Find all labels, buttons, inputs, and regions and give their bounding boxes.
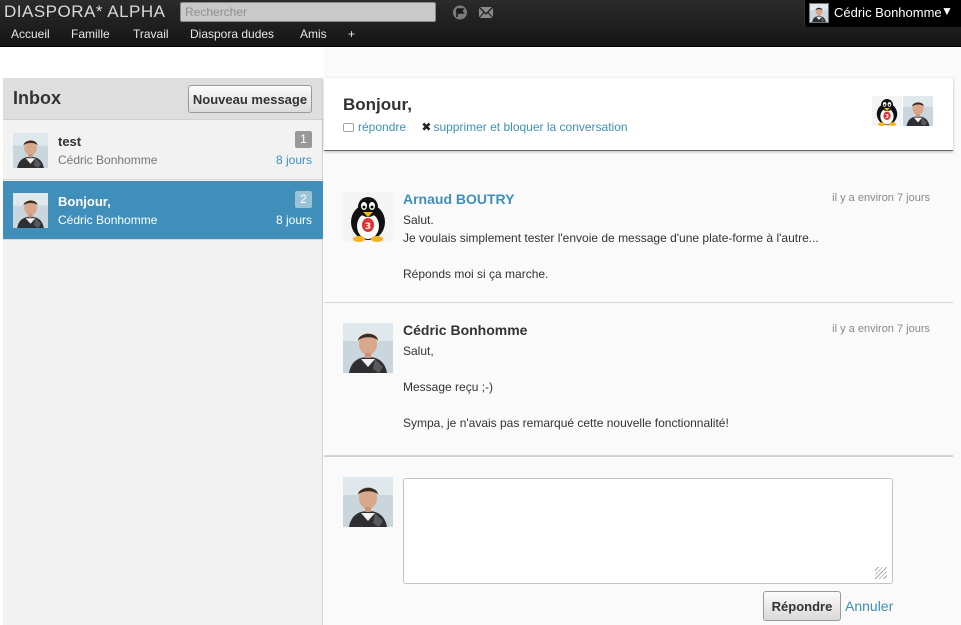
nav-item-amis[interactable]: Amis [300, 27, 327, 41]
inbox-panel: Inbox Nouveau message test Cédric Bonhom… [3, 78, 323, 625]
resize-grip-icon[interactable] [875, 567, 887, 579]
message-line: Salut. [403, 213, 434, 227]
message-line: Salut, [403, 344, 434, 358]
messages-icon[interactable] [478, 5, 494, 20]
user-menu-caret-icon: ▼ [941, 4, 953, 18]
current-user-avatar [343, 477, 393, 527]
conversation-header: Bonjour, répondre ✖ supprimer et bloquer … [324, 78, 953, 151]
participants [871, 96, 933, 126]
message-author: Cédric Bonhomme [403, 322, 528, 338]
conversation-time: 8 jours [275, 213, 312, 227]
message-line: Je voulais simplement tester l'envoie de… [403, 231, 819, 245]
message: Arnaud BOUTRY il y a environ 7 jours Sal… [324, 172, 953, 303]
conversation-item-selected[interactable]: Bonjour, Cédric Bonhomme 2 8 jours [3, 181, 323, 240]
message-line: Réponds moi si ça marche. [403, 267, 549, 281]
conversation-author: Cédric Bonhomme [58, 153, 158, 167]
message-time: il y a environ 7 jours [832, 192, 930, 204]
message-time: il y a environ 7 jours [832, 323, 930, 335]
participant-avatar[interactable] [903, 96, 933, 126]
user-menu[interactable]: Cédric Bonhomme ▼ [804, 0, 961, 27]
message-line [403, 247, 923, 265]
cancel-link[interactable]: Annuler [845, 598, 893, 614]
conversation-title: Bonjour, [343, 95, 412, 114]
delete-block-link[interactable]: supprimer et bloquer la conversation [433, 120, 627, 134]
nav-item-famille[interactable]: Famille [71, 27, 110, 41]
user-name: Cédric Bonhomme [834, 5, 942, 20]
conversation-item[interactable]: test Cédric Bonhomme 1 8 jours [3, 121, 323, 180]
search-input[interactable] [180, 2, 436, 22]
delete-icon[interactable]: ✖ [421, 120, 431, 134]
reply-textarea[interactable] [403, 478, 893, 584]
conversation-actions: répondre ✖ supprimer et bloquer la conver… [343, 120, 628, 134]
avatar [13, 193, 48, 228]
message-line [403, 396, 923, 414]
inbox-header: Inbox Nouveau message [3, 78, 323, 120]
reply-button[interactable]: Répondre [763, 591, 841, 621]
inbox-title: Inbox [13, 88, 61, 108]
message-body: Salut, Message reçu ;-) Sympa, je n'avai… [403, 342, 923, 432]
author-avatar[interactable] [343, 192, 393, 242]
message-line: Sympa, je n'avais pas remarqué cette nou… [403, 416, 729, 430]
message-line [403, 360, 923, 378]
message-author[interactable]: Arnaud BOUTRY [403, 191, 514, 207]
nav-item-add-aspect[interactable]: + [348, 27, 355, 41]
message-body: Salut. Je voulais simplement tester l'en… [403, 211, 923, 283]
conversation-time: 8 jours [275, 153, 312, 167]
message-count-badge: 2 [295, 191, 312, 208]
avatar [13, 133, 48, 168]
conversation-panel: Bonjour, répondre ✖ supprimer et bloquer … [324, 48, 961, 625]
notifications-icon[interactable] [452, 5, 468, 20]
conversation-subject: Bonjour, [58, 194, 111, 209]
user-avatar [809, 3, 829, 23]
reply-icon [343, 123, 354, 132]
author-avatar[interactable] [343, 323, 393, 373]
nav-item-diaspora-dudes[interactable]: Diaspora dudes [190, 27, 274, 41]
nav-item-travail[interactable]: Travail [133, 27, 169, 41]
message-count-badge: 1 [295, 131, 312, 148]
conversation-author: Cédric Bonhomme [58, 213, 158, 227]
reply-form: Répondre Annuler [324, 456, 953, 625]
conversation-subject: test [58, 134, 82, 149]
nav-item-accueil[interactable]: Accueil [11, 27, 50, 41]
message-line: Message reçu ;-) [403, 380, 494, 394]
app-logo[interactable]: DIASPORA* ALPHA [4, 2, 166, 22]
top-header: DIASPORA* ALPHA Cédric Bonhomme ▼ Accuei… [0, 0, 961, 47]
reply-link[interactable]: répondre [358, 120, 406, 134]
participant-avatar[interactable] [872, 96, 902, 126]
new-message-button[interactable]: Nouveau message [188, 85, 312, 113]
message: Cédric Bonhomme il y a environ 7 jours S… [324, 303, 953, 456]
